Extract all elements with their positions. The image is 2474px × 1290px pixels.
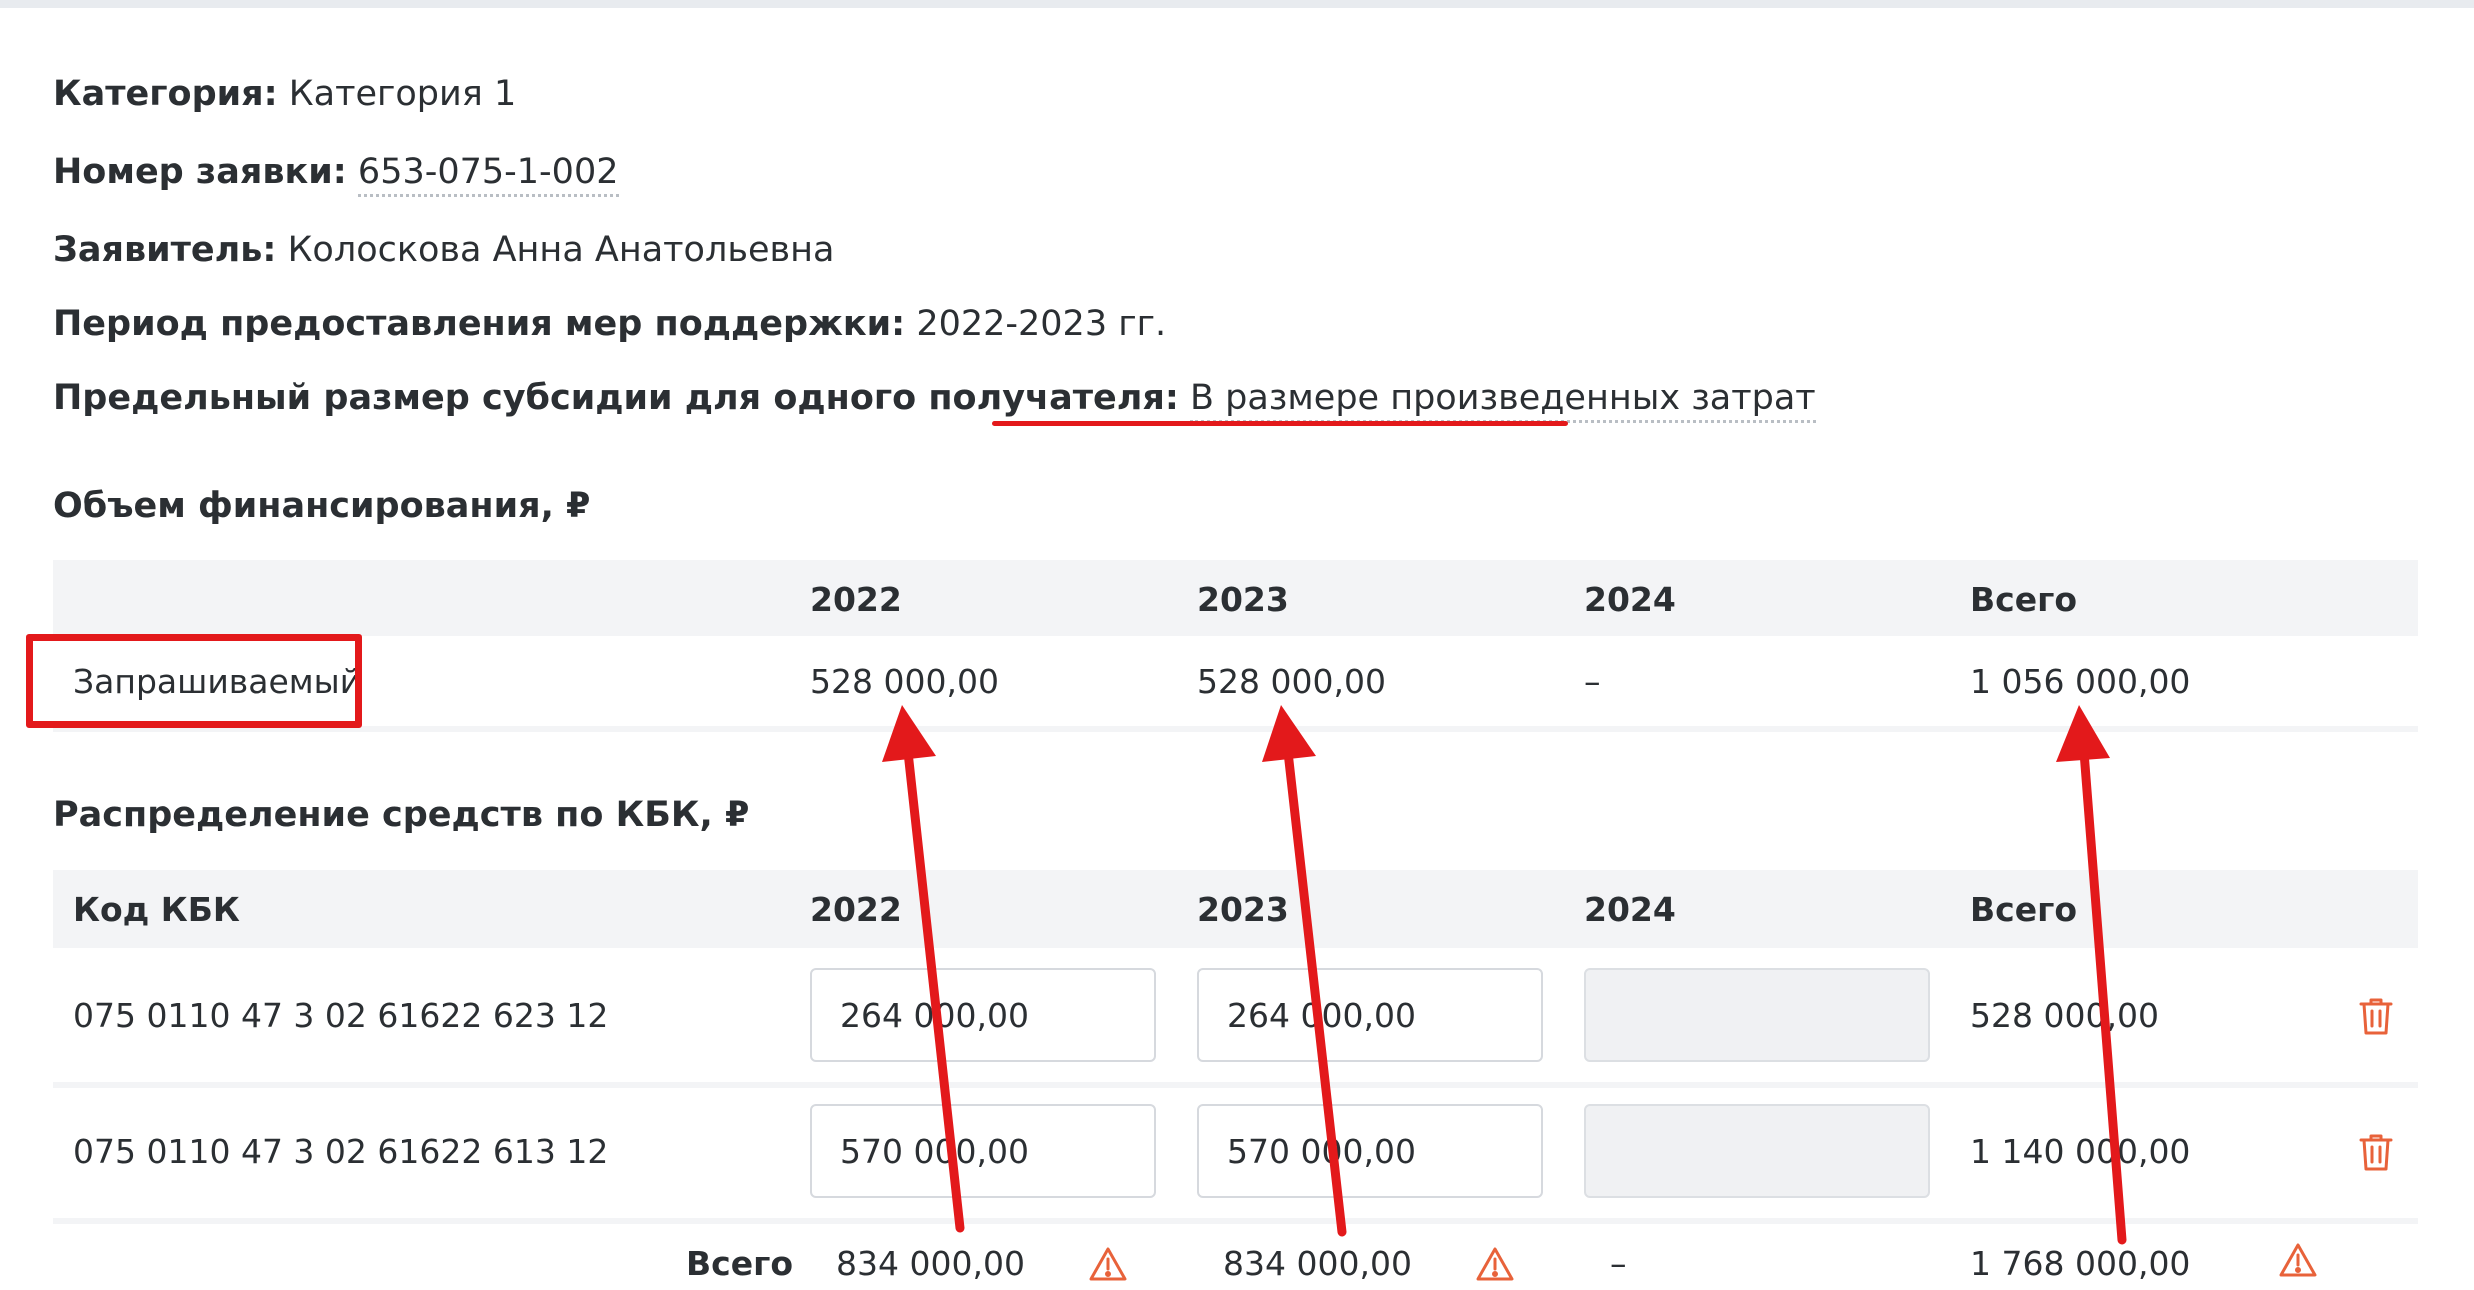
funding-value-total: 1 056 000,00 [1970, 662, 2191, 701]
application-detail-page: Категория: Категория 1 Номер заявки: 653… [0, 0, 2474, 1290]
applicant-row: Заявитель: Колоскова Анна Анатольевна [53, 226, 834, 274]
kbk-row1-2022-input[interactable] [810, 968, 1156, 1062]
application-number-row: Номер заявки: 653-075-1-002 [53, 148, 619, 197]
application-number-label: Номер заявки: [53, 152, 347, 192]
support-period-row: Период предоставления мер поддержки: 202… [53, 300, 1166, 348]
annotation-highlight-box [26, 634, 362, 728]
kbk-title: Распределение средств по КБК, ₽ [53, 795, 750, 835]
subsidy-limit-label: Предельный размер субсидии для одного по… [53, 378, 1179, 418]
kbk-row-divider [53, 1082, 2418, 1088]
funding-header-2024: 2024 [1584, 580, 1676, 619]
trash-icon[interactable] [2358, 1132, 2394, 1172]
funding-header-2022: 2022 [810, 580, 902, 619]
subsidy-limit-value: В размере произведенных затрат [1189, 378, 1816, 423]
kbk-row-code: 075 0110 47 3 02 61622 623 12 [73, 996, 609, 1035]
kbk-row-code: 075 0110 47 3 02 61622 613 12 [73, 1132, 609, 1171]
category-row: Категория: Категория 1 [53, 70, 516, 118]
annotation-arrowhead-2023 [1262, 705, 1316, 762]
top-divider [0, 0, 2474, 8]
kbk-row-divider [53, 1218, 2418, 1224]
kbk-row2-2022-input[interactable] [810, 1104, 1156, 1198]
kbk-header-code: Код КБК [73, 890, 240, 929]
kbk-total-2024: – [1610, 1244, 1627, 1283]
annotation-underline [992, 421, 1568, 426]
kbk-total-all: 1 768 000,00 [1970, 1244, 2191, 1283]
annotation-arrowhead-total [2056, 705, 2110, 762]
funding-value-2022: 528 000,00 [810, 662, 999, 701]
funding-title: Объем финансирования, ₽ [53, 486, 591, 526]
kbk-row1-2024-input [1584, 968, 1930, 1062]
warning-triangle-icon [2278, 1242, 2318, 1278]
kbk-row1-2023-input[interactable] [1197, 968, 1543, 1062]
support-period-value: 2022-2023 гг. [916, 304, 1167, 344]
funding-value-2023: 528 000,00 [1197, 662, 1386, 701]
funding-header-total: Всего [1970, 580, 2078, 619]
category-label: Категория: [53, 74, 278, 114]
kbk-row2-2024-input [1584, 1104, 1930, 1198]
kbk-header-total: Всего [1970, 890, 2078, 929]
kbk-totals-label: Всего [686, 1244, 794, 1283]
kbk-header-2022: 2022 [810, 890, 902, 929]
support-period-label: Период предоставления мер поддержки: [53, 304, 906, 344]
kbk-total-2023: 834 000,00 [1223, 1244, 1412, 1283]
kbk-total-2022: 834 000,00 [836, 1244, 1025, 1283]
kbk-row2-total: 1 140 000,00 [1970, 1132, 2191, 1171]
kbk-header-2023: 2023 [1197, 890, 1289, 929]
subsidy-limit-row: Предельный размер субсидии для одного по… [53, 374, 1816, 423]
applicant-label: Заявитель: [53, 230, 277, 270]
warning-triangle-icon [1088, 1246, 1128, 1282]
kbk-row2-2023-input[interactable] [1197, 1104, 1543, 1198]
applicant-value: Колоскова Анна Анатольевна [287, 230, 835, 270]
application-number-link[interactable]: 653-075-1-002 [357, 152, 619, 197]
warning-triangle-icon [1475, 1246, 1515, 1282]
funding-row-divider [53, 726, 2418, 732]
trash-icon[interactable] [2358, 996, 2394, 1036]
annotation-arrowhead-2022 [882, 705, 936, 762]
funding-header-2023: 2023 [1197, 580, 1289, 619]
kbk-header-2024: 2024 [1584, 890, 1676, 929]
category-value: Категория 1 [288, 74, 517, 114]
kbk-row1-total: 528 000,00 [1970, 996, 2159, 1035]
funding-value-2024: – [1584, 662, 1601, 701]
